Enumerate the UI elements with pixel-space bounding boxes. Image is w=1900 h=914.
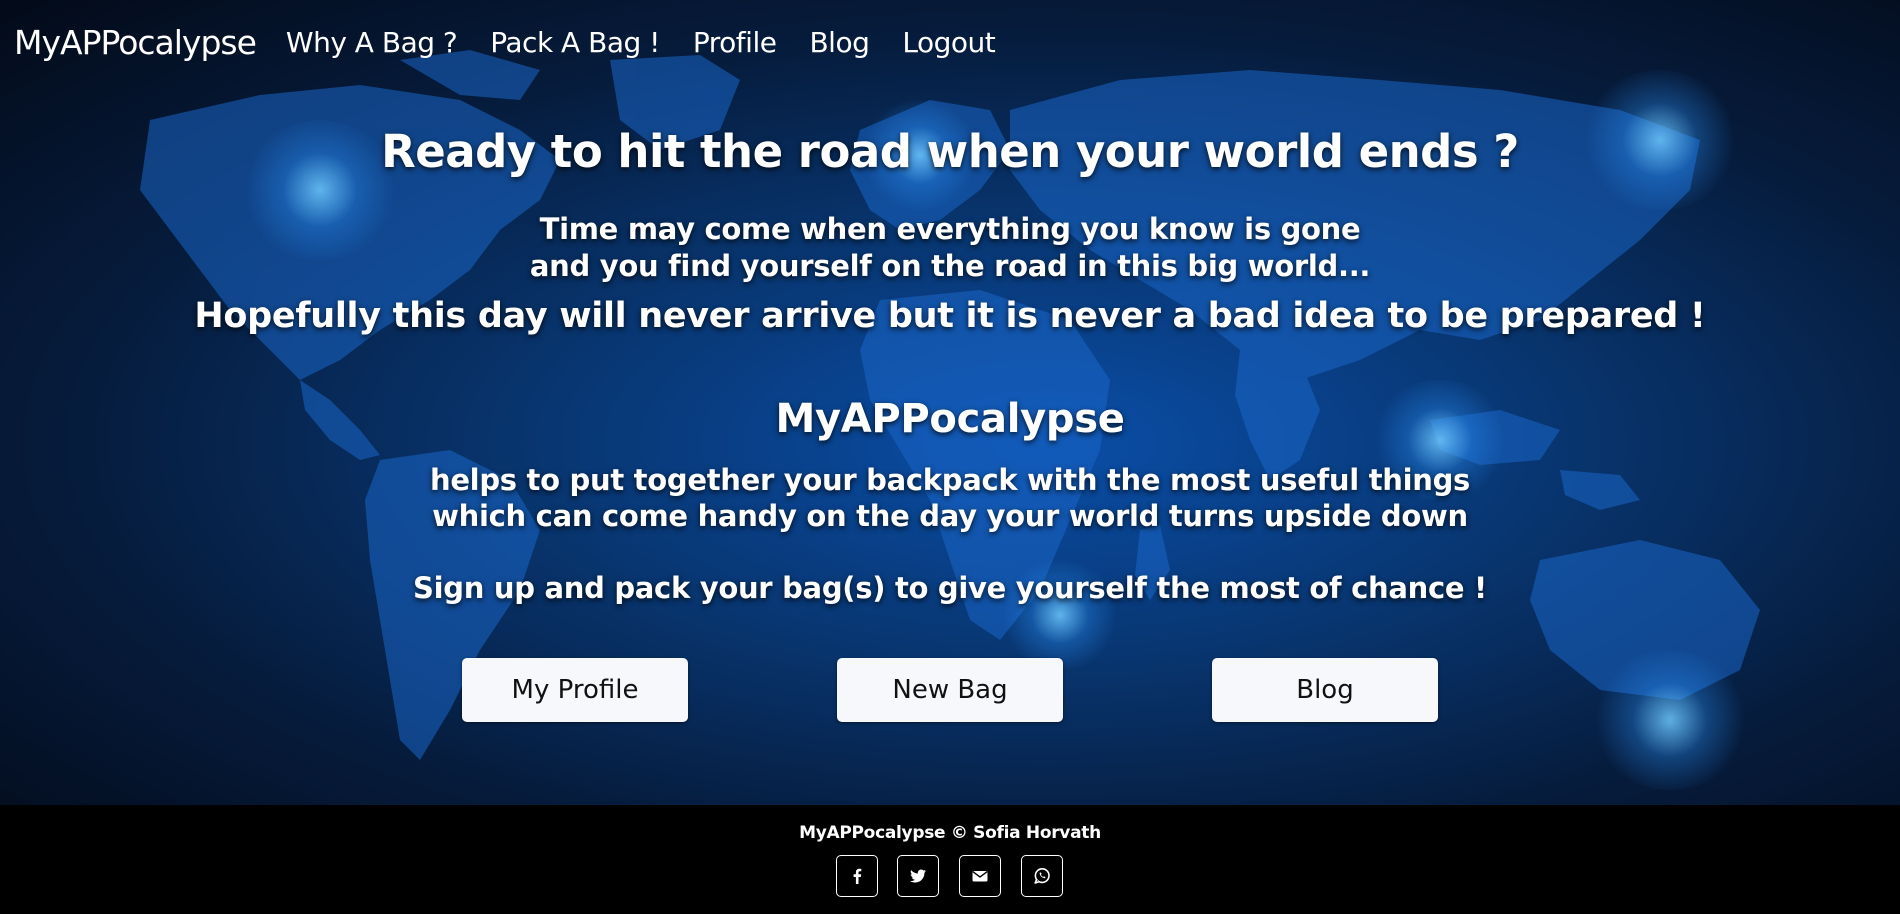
top-navbar: MyAPPocalypse Why A Bag ? Pack A Bag ! P… bbox=[0, 0, 1900, 84]
call-to-action: Sign up and pack your bag(s) to give you… bbox=[413, 571, 1487, 605]
new-bag-button[interactable]: New Bag bbox=[837, 658, 1063, 722]
hero-line-1: Time may come when everything you know i… bbox=[539, 212, 1361, 246]
facebook-icon bbox=[853, 868, 862, 884]
nav-link-pack-a-bag[interactable]: Pack A Bag ! bbox=[490, 26, 660, 59]
nav-link-logout[interactable]: Logout bbox=[902, 26, 995, 59]
whatsapp-link[interactable] bbox=[1021, 855, 1063, 897]
nav-link-blog[interactable]: Blog bbox=[809, 26, 869, 59]
facebook-link[interactable] bbox=[836, 855, 878, 897]
nav-link-profile[interactable]: Profile bbox=[693, 26, 777, 59]
my-profile-button[interactable]: My Profile bbox=[462, 658, 688, 722]
email-link[interactable] bbox=[959, 855, 1001, 897]
map-glow bbox=[1590, 650, 1750, 790]
footer-copyright: MyAPPocalypse © Sofia Horvath bbox=[799, 823, 1101, 843]
brand-logo-link[interactable]: MyAPPocalypse bbox=[14, 23, 257, 62]
app-description-1: helps to put together your backpack with… bbox=[429, 463, 1471, 497]
page-footer: MyAPPocalypse © Sofia Horvath bbox=[0, 805, 1900, 914]
blog-button[interactable]: Blog bbox=[1212, 658, 1438, 722]
nav-link-why-a-bag[interactable]: Why A Bag ? bbox=[286, 26, 458, 59]
twitter-icon bbox=[910, 869, 926, 883]
email-icon bbox=[972, 871, 988, 882]
twitter-link[interactable] bbox=[897, 855, 939, 897]
app-name-heading: MyAPPocalypse bbox=[775, 396, 1125, 442]
hero-headline: Ready to hit the road when your world en… bbox=[381, 125, 1519, 178]
hero-line-3: Hopefully this day will never arrive but… bbox=[194, 296, 1706, 336]
whatsapp-icon bbox=[1034, 868, 1050, 884]
app-description-2: which can come handy on the day your wor… bbox=[432, 499, 1468, 533]
hero-line-2: and you find yourself on the road in thi… bbox=[529, 249, 1371, 283]
